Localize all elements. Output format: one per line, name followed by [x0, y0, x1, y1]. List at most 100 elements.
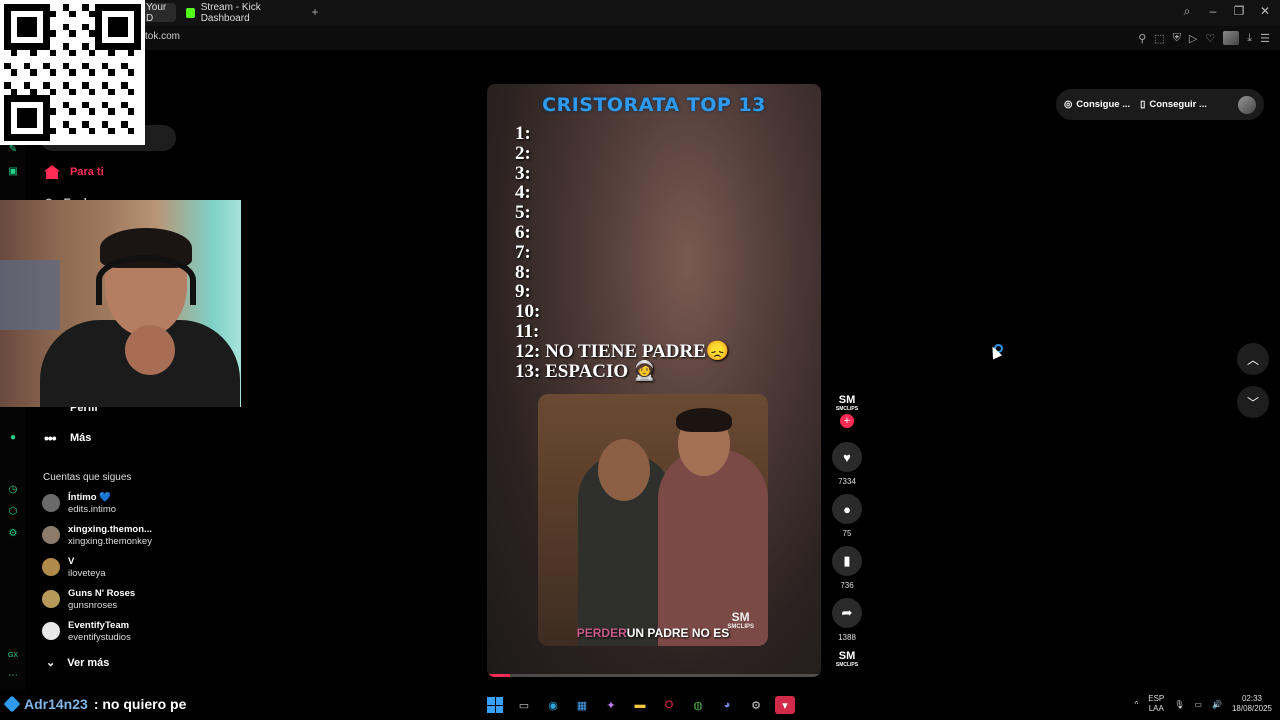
sound-disc[interactable]: SM SMCLIPS [830, 650, 864, 668]
following-handle: eventifystudios [68, 632, 131, 643]
follow-button[interactable]: + [840, 414, 854, 428]
avatar [42, 590, 60, 608]
comment-count: 75 [842, 529, 852, 538]
chat-text: : no quiero pe [93, 696, 187, 712]
rank-line: 10: [515, 301, 541, 323]
chevron-up-icon: ︿ [1246, 352, 1259, 367]
spotify-icon[interactable]: ● [7, 432, 19, 444]
following-item[interactable]: Guns N' Roses gunsnroses [42, 588, 135, 612]
kick-icon [186, 7, 195, 18]
rank-line: 5: [515, 202, 531, 224]
app-icon[interactable]: ▾ [775, 696, 795, 714]
rank-line: 7: [515, 241, 531, 263]
following-item[interactable]: xingxing.themon... xingxing.themonkey [42, 524, 152, 548]
new-tab-button[interactable]: + [308, 5, 322, 19]
menu-icon[interactable]: ☰ [1260, 32, 1270, 45]
copilot-icon[interactable]: ✦ [601, 696, 621, 714]
like-button[interactable]: ♥ [832, 442, 862, 472]
file-explorer-icon[interactable]: ▬ [630, 696, 650, 714]
tab-tiktok[interactable]: Your D [140, 2, 176, 24]
creator-name: SMCLIPS [835, 406, 859, 412]
close-icon[interactable]: ✕ [1258, 4, 1272, 19]
clock[interactable]: 02:33 18/08/2025 [1232, 694, 1272, 714]
settings-icon[interactable]: ⚙ [7, 528, 19, 540]
following-text: Guns N' Roses gunsnroses [68, 588, 135, 612]
pin-icon[interactable]: ⚲ [1138, 32, 1146, 45]
history-icon[interactable]: ◷ [7, 484, 19, 496]
get-app-button[interactable]: ▯ Conseguir ... [1140, 99, 1207, 110]
restore-icon[interactable]: ❐ [1232, 4, 1246, 19]
address-bar: tok.com ⚲ ⬚ ⛨ ▷ ♡ ⤓ ☰ [0, 26, 1280, 50]
clock-time: 02:33 [1241, 694, 1262, 703]
following-title: Cuentas que sigues [43, 472, 132, 483]
snapshot-icon[interactable]: ⬚ [1154, 32, 1164, 45]
language-indicator[interactable]: ESP LAA [1148, 694, 1164, 714]
nav-more[interactable]: ••• Más [44, 430, 91, 446]
steam-icon[interactable]: ⚙ [746, 696, 766, 714]
network-icon[interactable]: ▭ [1194, 700, 1202, 709]
coin-icon: ◎ [1064, 99, 1073, 110]
store-icon[interactable]: ▦ [572, 696, 592, 714]
video-watermark: SM SMCLIPS [727, 610, 754, 630]
avatar [42, 526, 60, 544]
rank-line: 2: [515, 142, 531, 164]
extensions-icon[interactable]: ⬡ [7, 506, 19, 518]
nav-for-you[interactable]: Para ti [44, 165, 104, 179]
video-title: CRISTORATA TOP 13 [542, 94, 766, 116]
messenger-icon[interactable]: ▣ [7, 166, 19, 178]
system-tray: ^ ESP LAA 🎙 ▭ 🔊 02:33 18/08/2025 [1134, 694, 1272, 714]
user-avatar[interactable] [1238, 95, 1256, 114]
following-item[interactable]: Íntimo 💙 edits.intimo [42, 492, 116, 516]
get-coins-button[interactable]: ◎ Consigue ... [1064, 99, 1130, 110]
heart-icon[interactable]: ♡ [1205, 32, 1215, 45]
edge-icon[interactable]: ◉ [543, 696, 563, 714]
watermark-logo: SM [731, 610, 750, 624]
download-icon[interactable]: ⤓ [1247, 32, 1252, 45]
tab-label: Stream - Kick Dashboard [200, 1, 261, 24]
following-handle: iloveteya [68, 568, 106, 579]
comment-button[interactable]: ● [832, 494, 862, 524]
chevron-down-icon: ﹀ [1246, 395, 1259, 410]
rank-line: 11: [515, 320, 540, 342]
avatar [42, 558, 60, 576]
following-item[interactable]: Viloveteya [42, 556, 106, 580]
profile-avatar[interactable] [1223, 31, 1240, 45]
minimize-icon[interactable]: – [1206, 4, 1220, 19]
following-item[interactable]: EventifyTeam eventifystudios [42, 620, 131, 644]
see-more-button[interactable]: ⌄ Ver más [46, 656, 109, 670]
more-icon[interactable]: ⋯ [7, 670, 19, 682]
gx-icon[interactable]: GX [7, 650, 19, 662]
volume-icon[interactable]: 🔊 [1212, 700, 1222, 709]
start-button[interactable] [485, 696, 505, 714]
browser-tab-strip: Your D Stream - Kick Dashboard + ⌕ – ❐ ✕ [0, 0, 1280, 26]
rank-line: 1: [515, 123, 531, 144]
creator-avatar[interactable]: SM SMCLIPS [830, 394, 864, 412]
next-video-button[interactable]: ﹀ [1237, 386, 1269, 418]
shield-icon[interactable]: ⛨ [1173, 32, 1181, 45]
pencil-icon[interactable]: ✎ [7, 144, 19, 156]
like-count: 7334 [838, 477, 856, 486]
webcam-overlay [0, 200, 241, 407]
save-button[interactable]: ▮ [832, 546, 862, 576]
get-coins-label: Consigue ... [1076, 99, 1131, 110]
video-progress-bar[interactable] [487, 674, 821, 677]
share-button[interactable]: ➦ [832, 598, 862, 628]
play-icon[interactable]: ▷ [1189, 32, 1197, 45]
rank-line: 3: [515, 162, 531, 184]
clock-date: 18/08/2025 [1231, 704, 1272, 713]
task-view-icon[interactable]: ▭ [514, 696, 534, 714]
nav-label: Para ti [70, 166, 104, 178]
chevron-up-icon[interactable]: ^ [1134, 700, 1138, 709]
tab-kick-dashboard[interactable]: Stream - Kick Dashboard [180, 1, 304, 24]
more-dots-icon: ••• [44, 430, 57, 446]
microphone-icon[interactable]: 🎙 [1174, 700, 1184, 709]
video-player[interactable]: CRISTORATA TOP 13 1: 2: 3: 4: 5: 6: 7: 8: 9: 10: 1… [487, 84, 821, 677]
url-field[interactable]: tok.com [145, 31, 180, 42]
opera-gx-icon[interactable]: O [659, 696, 679, 714]
previous-video-button[interactable]: ︿ [1237, 343, 1269, 375]
discord-icon[interactable]: ◕ [717, 696, 737, 714]
lang-layout: LAA [1148, 704, 1164, 713]
search-icon[interactable]: ⌕ [1180, 4, 1194, 19]
lang-code: ESP [1148, 694, 1165, 703]
chrome-icon[interactable]: ◍ [688, 696, 708, 714]
